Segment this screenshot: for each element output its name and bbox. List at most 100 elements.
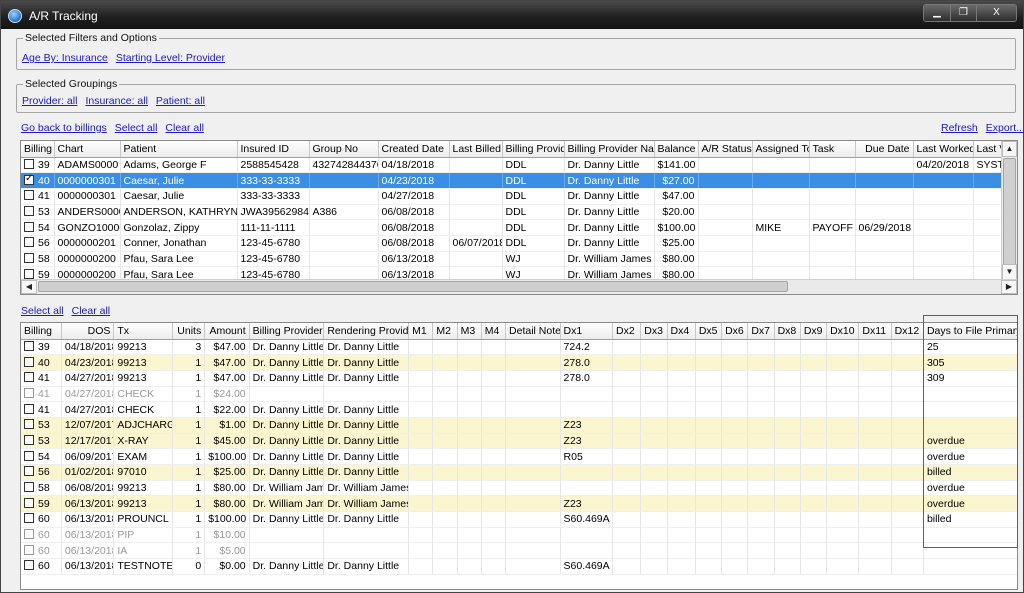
column-header-last-billed[interactable]: Last Billed [449, 141, 503, 158]
column-header-last-worked[interactable]: Last Worked [913, 141, 974, 158]
column-header-dos[interactable]: DOS [61, 323, 115, 340]
column-header-m2[interactable]: M2 [432, 323, 458, 340]
scroll-down-arrow-icon[interactable]: ▼ [1002, 264, 1017, 280]
row-checkbox[interactable] [24, 466, 34, 477]
clear-all-bottom-link[interactable]: Clear all [72, 305, 111, 317]
column-header-last-v[interactable]: Last V [973, 141, 1004, 158]
row-checkbox[interactable] [24, 340, 34, 351]
detail-row[interactable]: 41 04/27/2018 CHECK 1 $24.00 [21, 386, 1017, 403]
row-checkbox[interactable] [24, 450, 34, 461]
row-checkbox[interactable] [24, 252, 34, 263]
column-header-days-to-file-primary[interactable]: Days to File Primary [923, 323, 1017, 340]
patient-grouping-link[interactable]: Patient: all [156, 95, 205, 107]
maximize-button[interactable]: ❐ [950, 5, 976, 21]
column-header-units[interactable]: Units [172, 323, 206, 340]
provider-grouping-link[interactable]: Provider: all [22, 95, 77, 107]
column-header-insured-id[interactable]: Insured ID [237, 141, 310, 158]
row-checkbox[interactable] [24, 497, 34, 508]
column-header-dx4[interactable]: Dx4 [667, 323, 696, 340]
close-button[interactable]: X [976, 5, 1016, 21]
column-header-dx2[interactable]: Dx2 [612, 323, 642, 340]
scroll-right-arrow-icon[interactable]: ▶ [1001, 280, 1017, 294]
detail-row[interactable]: 53 12/17/2017 X-RAY 1 $45.00 Dr. Danny Little… [21, 433, 1017, 450]
column-header-billing-provider[interactable]: Billing Provider [249, 323, 325, 340]
column-header-billing[interactable]: Billing [21, 323, 62, 340]
row-checkbox[interactable] [24, 403, 34, 414]
billings-horizontal-scrollbar[interactable]: ◀ ▶ [21, 279, 1017, 294]
column-header-a-r-status[interactable]: A/R Status [698, 141, 753, 158]
scroll-up-arrow-icon[interactable]: ▲ [1002, 141, 1017, 157]
column-header-dx3[interactable]: Dx3 [640, 323, 668, 340]
billing-row[interactable]: 58 0000000200 Pfau, Sara Lee 123-45-6780 06/… [21, 251, 1004, 268]
column-header-dx9[interactable]: Dx9 [800, 323, 828, 340]
column-header-group-no[interactable]: Group No [309, 141, 379, 158]
detail-row[interactable]: 60 06/13/2018 TESTNOTE 0 $0.00 Dr. Danny Litt… [21, 558, 1017, 575]
column-header-billing[interactable]: Billing [21, 141, 55, 158]
starting-level-link[interactable]: Starting Level: Provider [116, 52, 225, 64]
column-header-dx12[interactable]: Dx12 [891, 323, 924, 340]
column-header-assigned-to[interactable]: Assigned To [752, 141, 810, 158]
row-checkbox[interactable] [24, 190, 34, 201]
column-header-dx10[interactable]: Dx10 [826, 323, 860, 340]
detail-row[interactable]: 56 01/02/2018 97010 1 $25.00 Dr. Danny Little… [21, 464, 1017, 481]
billing-row[interactable]: 39 ADAMS0000 Adams, George F 2588545428 4327… [21, 157, 1004, 174]
scroll-left-arrow-icon[interactable]: ◀ [21, 280, 37, 294]
detail-row[interactable]: 40 04/23/2018 99213 1 $47.00 Dr. Danny Little… [21, 354, 1017, 371]
column-header-created-date[interactable]: Created Date [378, 141, 450, 158]
column-header-dx11[interactable]: Dx11 [858, 323, 892, 340]
detail-row[interactable]: 5806/08/2018992131$80.00Dr. William Jame… [21, 480, 1017, 497]
detail-row[interactable]: 41 04/27/2018 CHECK 1 $22.00 Dr. Danny Little… [21, 401, 1017, 418]
detail-row[interactable]: 60 06/13/2018 IA 1 $5.00 [21, 542, 1017, 560]
column-header-detail-note[interactable]: Detail Note [505, 323, 561, 340]
title-bar[interactable]: A/R Tracking ▁ ❐ X [1, 1, 1023, 29]
refresh-link[interactable]: Refresh [941, 122, 978, 134]
row-checkbox[interactable] [24, 268, 34, 279]
detail-row[interactable]: 39 04/18/2018 99213 3 $47.00 Dr. Danny Little… [21, 339, 1017, 356]
scroll-thumb[interactable] [1003, 158, 1016, 268]
row-checkbox[interactable] [24, 387, 34, 398]
row-checkbox[interactable] [24, 560, 34, 571]
row-checkbox[interactable] [24, 372, 34, 383]
detail-row[interactable]: 41 04/27/2018 99213 1 $47.00 Dr. Danny Little… [21, 370, 1017, 387]
export-link[interactable]: Export... [986, 122, 1024, 134]
column-header-rendering-provider[interactable]: Rendering Provider [323, 323, 410, 340]
row-checkbox[interactable] [24, 419, 34, 430]
row-checkbox[interactable] [24, 173, 34, 185]
row-checkbox[interactable] [24, 544, 34, 555]
row-checkbox[interactable] [24, 513, 34, 524]
column-header-amount[interactable]: Amount [204, 323, 250, 340]
age-by-link[interactable]: Age By: Insurance [22, 52, 108, 64]
row-checkbox[interactable] [24, 205, 34, 216]
row-checkbox[interactable] [24, 434, 34, 445]
row-checkbox[interactable] [24, 356, 34, 367]
column-header-dx8[interactable]: Dx8 [774, 323, 801, 340]
column-header-billing-provider[interactable]: Billing Provider [502, 141, 565, 158]
row-checkbox[interactable] [24, 158, 34, 169]
clear-all-top-link[interactable]: Clear all [165, 122, 204, 134]
detail-row[interactable]: 60 06/13/2018 PROUNCL 1 $100.00 Dr. Danny Lit… [21, 511, 1017, 528]
select-all-bottom-link[interactable]: Select all [21, 305, 64, 317]
row-checkbox[interactable] [24, 221, 34, 232]
column-header-patient[interactable]: Patient [120, 141, 238, 158]
column-header-task[interactable]: Task [809, 141, 856, 158]
column-header-billing-provider-name[interactable]: Billing Provider Name [564, 141, 655, 158]
billings-vertical-scrollbar[interactable]: ▲ ▼ [1001, 141, 1017, 280]
row-checkbox[interactable] [24, 482, 34, 493]
billings-grid[interactable]: Billing Chart Patient Insured ID Group No Cre… [20, 140, 1018, 295]
row-checkbox[interactable] [24, 529, 34, 540]
column-header-dx7[interactable]: Dx7 [747, 323, 775, 340]
column-header-tx[interactable]: Tx [113, 323, 173, 340]
detail-row[interactable]: 5906/13/2018992131$80.00Dr. William Jame… [21, 495, 1017, 513]
column-header-m3[interactable]: M3 [457, 323, 482, 340]
minimize-button[interactable]: ▁ [924, 5, 950, 21]
row-checkbox[interactable] [24, 237, 34, 248]
column-header-balance[interactable]: Balance [654, 141, 699, 158]
column-header-chart[interactable]: Chart [54, 141, 121, 158]
billing-row[interactable]: 53 ANDERS0000ANDERSON, KATHRYN WJWA395629… [21, 204, 1004, 221]
column-header-dx1[interactable]: Dx1 [560, 323, 614, 340]
billing-row[interactable]: 41 0000000301 Caesar, Julie 333-33-3333 04/2… [21, 188, 1004, 205]
detail-row[interactable]: 60 06/13/2018 PIP 1 $10.00 [21, 527, 1017, 544]
horizontal-scroll-thumb[interactable] [38, 281, 788, 292]
insurance-grouping-link[interactable]: Insurance: all [85, 95, 147, 107]
go-back-link[interactable]: Go back to billings [21, 122, 107, 134]
